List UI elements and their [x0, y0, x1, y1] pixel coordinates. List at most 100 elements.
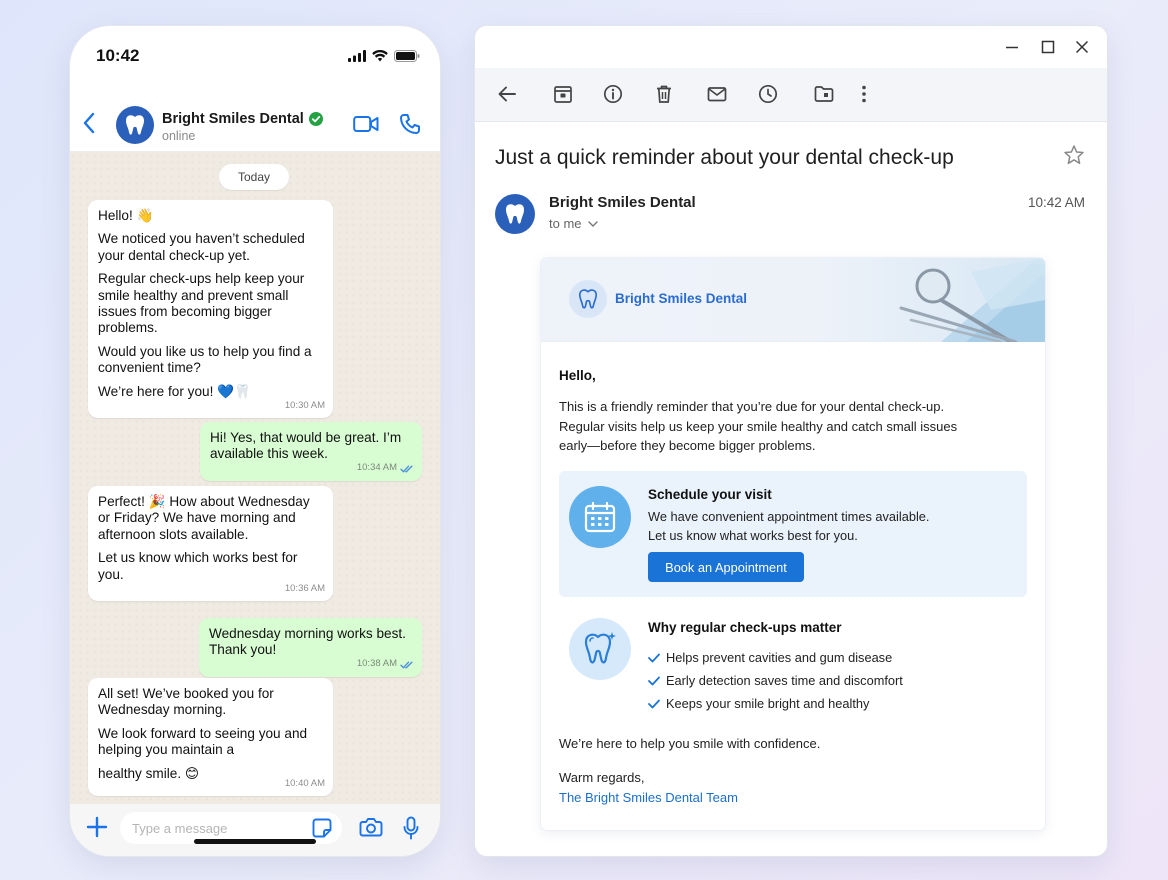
message-incoming[interactable]: Hello! 👋 We noticed you haven’t schedule…	[88, 200, 333, 419]
chat-area: Today Hello! 👋 We noticed you haven’t sc…	[70, 152, 440, 804]
message-text: Hello! 👋	[98, 208, 323, 224]
message-text: Let us know which works best for you.	[98, 550, 298, 582]
email-subject: Just a quick reminder about your dental …	[495, 146, 954, 169]
tooth-icon	[504, 202, 526, 226]
battery-icon	[394, 50, 420, 62]
email-window: Just a quick reminder about your dental …	[475, 26, 1107, 856]
info-icon[interactable]	[603, 84, 623, 104]
message-text: We noticed you haven’t scheduled your de…	[98, 231, 305, 263]
schedule-text: We have convenient appointment times ava…	[648, 508, 929, 545]
sender-name[interactable]: Bright Smiles Dental	[549, 194, 696, 211]
list-item: Early detection saves time and discomfor…	[648, 669, 903, 692]
message-time: 10:36 AM	[284, 582, 325, 594]
email-time: 10:42 AM	[1027, 195, 1085, 210]
status-icons	[348, 50, 420, 62]
back-icon[interactable]	[497, 84, 517, 104]
archive-icon[interactable]	[553, 84, 573, 104]
benefits-list: Helps prevent cavities and gum disease E…	[648, 646, 903, 715]
message-outgoing[interactable]: Wednesday morning works best. Thank you!…	[199, 618, 422, 677]
book-appointment-button[interactable]: Book an Appointment	[648, 552, 804, 582]
message-text: Regular check-ups help keep your smile h…	[98, 271, 305, 336]
star-icon[interactable]	[1063, 144, 1085, 166]
email-closing: We’re here to help you smile with confid…	[559, 736, 821, 751]
contact-name[interactable]: Bright Smiles Dental	[162, 111, 323, 127]
check-icon	[648, 699, 660, 709]
email-greeting: Hello,	[559, 368, 596, 383]
window-titlebar	[475, 26, 1107, 68]
email-banner: Bright Smiles Dental	[541, 258, 1045, 342]
email-body-card: Bright Smiles Dental Hello, This is a fr…	[541, 258, 1045, 830]
message-incoming[interactable]: Perfect! 🎉 How about Wednesday or Friday…	[88, 486, 333, 602]
chat-header: Bright Smiles Dental online	[70, 82, 440, 152]
email-toolbar	[475, 68, 1107, 122]
message-text: Hi! Yes, that would be great. I’m availa…	[210, 430, 402, 462]
message-time: 10:40 AM	[284, 777, 325, 789]
recipient-details[interactable]: to me	[549, 216, 598, 231]
minimize-icon[interactable]	[1005, 40, 1019, 54]
check-icon	[648, 653, 660, 663]
schedule-line: We have convenient appointment times ava…	[648, 509, 930, 524]
close-icon[interactable]	[1075, 40, 1089, 54]
email-signature[interactable]: The Bright Smiles Dental Team	[559, 790, 738, 805]
list-item-text: Helps prevent cavities and gum disease	[666, 650, 893, 665]
chevron-down-icon	[587, 220, 598, 227]
sender-avatar[interactable]	[495, 194, 535, 234]
signal-icon	[348, 50, 366, 62]
tooth-icon	[124, 113, 146, 137]
status-time: 10:42	[96, 46, 140, 65]
verified-icon	[308, 112, 323, 126]
message-time: 10:34 AM	[357, 460, 414, 476]
message-outgoing[interactable]: Hi! Yes, that would be great. I’m availa…	[200, 422, 422, 481]
message-incoming[interactable]: All set! We’ve booked you for Wednesday …	[88, 678, 333, 796]
message-time-text: 10:34 AM	[356, 462, 397, 474]
date-divider: Today	[219, 164, 289, 190]
message-time: 10:38 AM	[357, 656, 414, 672]
dental-tools-image	[881, 258, 1045, 342]
more-icon[interactable]	[860, 84, 868, 104]
calendar-icon	[583, 500, 617, 534]
mark-unread-icon[interactable]	[707, 84, 727, 104]
move-to-folder-icon[interactable]	[814, 84, 834, 104]
plus-icon[interactable]	[86, 816, 108, 838]
double-check-icon	[400, 465, 414, 473]
message-line: Hello! 👋	[98, 208, 154, 223]
mic-icon[interactable]	[403, 816, 419, 840]
sticker-icon[interactable]	[312, 818, 332, 838]
maximize-icon[interactable]	[1041, 40, 1055, 54]
snooze-icon[interactable]	[758, 84, 778, 104]
wifi-icon	[372, 50, 388, 62]
message-text: Wednesday morning works best. Thank you!	[209, 626, 406, 658]
email-regards: Warm regards,	[559, 770, 645, 785]
why-title: Why regular check-ups matter	[648, 620, 842, 635]
email-intro: This is a friendly reminder that you’re …	[559, 399, 958, 453]
message-text: Would you like us to help you find a con…	[98, 343, 312, 376]
status-bar: 10:42	[70, 26, 440, 88]
contact-avatar[interactable]	[116, 106, 154, 144]
schedule-title: Schedule your visit	[648, 487, 772, 502]
list-item-text: Keeps your smile bright and healthy	[666, 696, 870, 711]
recipient-text: to me	[549, 216, 582, 231]
list-item-text: Early detection saves time and discomfor…	[666, 673, 903, 688]
contact-name-text: Bright Smiles Dental	[162, 111, 304, 127]
schedule-line: Let us know what works best for you.	[648, 527, 858, 543]
home-indicator	[194, 839, 316, 844]
message-composer	[70, 804, 440, 856]
brand-name: Bright Smiles Dental	[615, 291, 748, 306]
brand-logo	[569, 280, 607, 318]
camera-icon[interactable]	[359, 817, 383, 837]
calendar-icon-badge	[569, 486, 631, 548]
double-check-icon	[400, 661, 414, 669]
message-text: Perfect! 🎉 How about Wednesday or Friday…	[98, 494, 310, 542]
check-icon	[648, 676, 660, 686]
sparkling-tooth-icon	[581, 629, 619, 669]
phone-mockup: 10:42 Bright Smiles Dental online Today …	[70, 26, 440, 856]
message-time: 10:30 AM	[284, 399, 325, 411]
back-arrow-icon[interactable]	[82, 112, 96, 134]
delete-icon[interactable]	[654, 84, 674, 104]
video-call-icon[interactable]	[353, 115, 379, 133]
list-item: Keeps your smile bright and healthy	[648, 692, 903, 715]
contact-status: online	[162, 129, 196, 143]
tooth-icon-badge	[569, 618, 631, 680]
message-text: All set! We’ve booked you for Wednesday …	[98, 686, 274, 718]
phone-icon[interactable]	[399, 113, 421, 135]
